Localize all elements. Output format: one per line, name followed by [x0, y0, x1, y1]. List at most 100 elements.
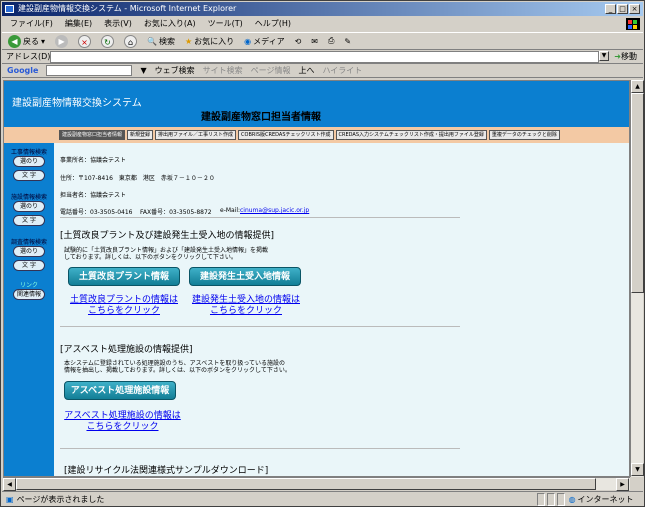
google-toolbar: Google ▼ ウェブ検索 サイト検索 ページ情報 上へ ハイライト: [2, 64, 643, 78]
related-info-button[interactable]: 関連情報: [13, 289, 45, 300]
menu-tools[interactable]: ツール(T): [208, 17, 243, 31]
menu-edit[interactable]: 編集(E): [65, 17, 92, 31]
tab-export-file[interactable]: 排出用ファイル／工事リスト作成: [155, 130, 237, 140]
horizontal-scroll-thumb[interactable]: [16, 478, 596, 490]
tab-contact-info[interactable]: 建設副産物窓口担当者情報: [59, 130, 126, 140]
menu-view[interactable]: 表示(V): [104, 17, 132, 31]
asbestos-info-button[interactable]: アスベスト処理施設情報: [64, 381, 176, 400]
close-button[interactable]: ×: [629, 4, 640, 14]
soil-site-link[interactable]: 建設発生土受入地の情報は こちらをクリック: [186, 295, 306, 317]
vertical-scrollbar[interactable]: ▲ ▼: [630, 80, 644, 477]
google-logo[interactable]: Google: [7, 66, 38, 75]
office-name: 事業所名：協議会テスト: [60, 157, 127, 164]
koji-select-button[interactable]: 選のり: [13, 156, 45, 167]
google-search-input[interactable]: [46, 65, 133, 76]
tab-credas-checklist[interactable]: COBRIS版CREDASチェックリスト作成: [238, 130, 334, 140]
soil-site-info-button[interactable]: 建設発生土受入地情報: [189, 267, 301, 286]
go-arrow-icon: ➜: [614, 52, 621, 61]
page-viewport: 建設副産物情報交換システム 建設副産物窓口担当者情報 建設副産物窓口担当者情報 …: [3, 80, 630, 477]
soil-plant-info-button[interactable]: 土質改良プラント情報: [68, 267, 180, 286]
tab-duplicate-check[interactable]: 重複データのチェックと削除: [488, 130, 560, 140]
internet-zone-icon: ◍: [568, 494, 576, 504]
tab-strip: 建設副産物窓口担当者情報 新規登録 排出用ファイル／工事リスト作成 COBRIS…: [4, 127, 629, 143]
search-icon: 🔍: [147, 36, 157, 46]
browser-window: 建設副産物情報交換システム - Microsoft Internet Explo…: [0, 0, 645, 507]
sidebar-chosa-header: 調査情報検索: [10, 239, 47, 246]
menu-bar: ファイル(F) 編集(E) 表示(V) お気に入り(A) ツール(T) ヘルプ(…: [2, 17, 643, 31]
section2-heading: [アスベスト処理施設の情報提供]: [60, 345, 193, 355]
sidebar-shisetsu-header: 施設情報検索: [10, 194, 47, 201]
back-arrow-icon: ◀: [8, 34, 21, 48]
back-button[interactable]: ◀ 戻る ▾: [8, 34, 45, 48]
page-info-button[interactable]: ページ情報: [251, 65, 291, 76]
maximize-button[interactable]: □: [617, 4, 628, 14]
site-search-button[interactable]: サイト検索: [203, 65, 243, 76]
office-address: 住所：〒107-8416 東京都 港区 赤坂７－１０－２０: [60, 175, 215, 182]
section1-heading: [土質改良プラント及び建設発生土受入地の情報提供]: [60, 231, 275, 241]
section2-desc-line2: 情報を抽出し、掲載しております。詳しくは、以下のボタンをクリックして下さい。: [64, 367, 291, 374]
chosa-select-button[interactable]: 選のり: [13, 246, 45, 257]
sidebar: 工事情報検索 選のり 文 字 施設情報検索 選のり 文 字 調査情報検索 選のり…: [4, 143, 54, 476]
refresh-button[interactable]: ↻: [101, 34, 115, 48]
office-email-label: e-Mail:: [220, 207, 241, 214]
home-button[interactable]: ⌂: [124, 34, 138, 48]
scroll-thumb[interactable]: [631, 93, 644, 293]
scroll-down-icon[interactable]: ▼: [631, 463, 644, 476]
office-tel: 電話番号：03-3505-0416: [60, 209, 133, 216]
media-button[interactable]: ◉ メディア: [244, 36, 284, 47]
menu-file[interactable]: ファイル(F): [10, 17, 53, 31]
page-done-icon: ▣: [6, 494, 14, 504]
office-email-link[interactable]: cinuma@sup.jacic.or.jp: [240, 207, 309, 214]
mail-icon[interactable]: ✉: [311, 37, 318, 46]
address-dropdown[interactable]: ▼: [599, 51, 609, 61]
office-person: 担当者名：協議会テスト: [60, 192, 127, 199]
soil-plant-link[interactable]: 土質改良プラントの情報は こちらをクリック: [64, 295, 184, 317]
history-icon[interactable]: ⟲: [295, 37, 302, 46]
ie-icon: [5, 5, 14, 13]
scroll-right-icon[interactable]: ▶: [616, 478, 629, 491]
section3-heading: [建設リサイクル法関連様式サンプルダウンロード]: [64, 466, 269, 476]
koji-text-button[interactable]: 文 字: [13, 170, 45, 181]
google-dropdown[interactable]: ▼: [140, 66, 146, 75]
up-button[interactable]: 上へ: [298, 65, 314, 76]
title-bar: 建設副産物情報交換システム - Microsoft Internet Explo…: [2, 2, 643, 16]
tab-new-registration[interactable]: 新規登録: [127, 130, 154, 140]
menu-favorites[interactable]: お気に入り(A): [144, 17, 196, 31]
print-icon[interactable]: ⎙: [328, 36, 334, 46]
stop-button[interactable]: ×: [78, 34, 92, 48]
asbestos-link[interactable]: アスベスト処理施設の情報は こちらをクリック: [60, 411, 185, 433]
windows-logo-icon: [626, 18, 640, 30]
chosa-text-button[interactable]: 文 字: [13, 260, 45, 271]
menu-help[interactable]: ヘルプ(H): [255, 17, 291, 31]
divider: [60, 448, 460, 449]
sidebar-link-header: リンク: [19, 282, 38, 289]
window-title: 建設副産物情報交換システム - Microsoft Internet Explo…: [18, 4, 237, 13]
divider: [60, 217, 460, 218]
edit-icon[interactable]: ✎: [344, 37, 351, 46]
search-button[interactable]: 🔍 検索: [147, 36, 175, 47]
address-label: アドレス(D): [6, 52, 51, 61]
media-icon: ◉: [244, 36, 252, 46]
office-fax: FAX番号：03-3505-8872: [140, 209, 212, 216]
shisetsu-select-button[interactable]: 選のり: [13, 201, 45, 212]
highlight-button[interactable]: ハイライト: [322, 65, 362, 76]
favorites-button[interactable]: ★ お気に入り: [185, 36, 234, 47]
forward-button[interactable]: ▶: [55, 34, 69, 48]
site-header: 建設副産物情報交換システム 建設副産物窓口担当者情報: [4, 81, 629, 127]
horizontal-scrollbar[interactable]: ◀ ▶: [3, 477, 630, 491]
scroll-left-icon[interactable]: ◀: [3, 478, 16, 491]
web-search-button[interactable]: ウェブ検索: [155, 65, 195, 76]
status-text: ページが表示されました: [16, 494, 105, 504]
minimize-button[interactable]: _: [605, 4, 616, 14]
address-input[interactable]: [50, 51, 599, 63]
page-title: 建設副産物窓口担当者情報: [201, 112, 321, 123]
status-bar: ▣ ページが表示されました ◍ インターネット: [2, 491, 643, 506]
address-bar: アドレス(D) ▼ ➜移動: [2, 50, 643, 64]
tab-credas-input[interactable]: CREDAS入力システムチェックリスト作成・提出用ファイル登録: [335, 130, 487, 140]
standard-toolbar: ◀ 戻る ▾ ▶ × ↻ ⌂ 🔍 検索 ★ お気に入り ◉ メディア ⟲ ✉ ⎙ ✎: [2, 32, 643, 50]
site-title: 建設副産物情報交換システム: [12, 98, 142, 109]
star-icon: ★: [184, 36, 193, 46]
go-button[interactable]: ➜移動: [614, 51, 637, 62]
scroll-up-icon[interactable]: ▲: [631, 80, 644, 93]
shisetsu-text-button[interactable]: 文 字: [13, 215, 45, 226]
